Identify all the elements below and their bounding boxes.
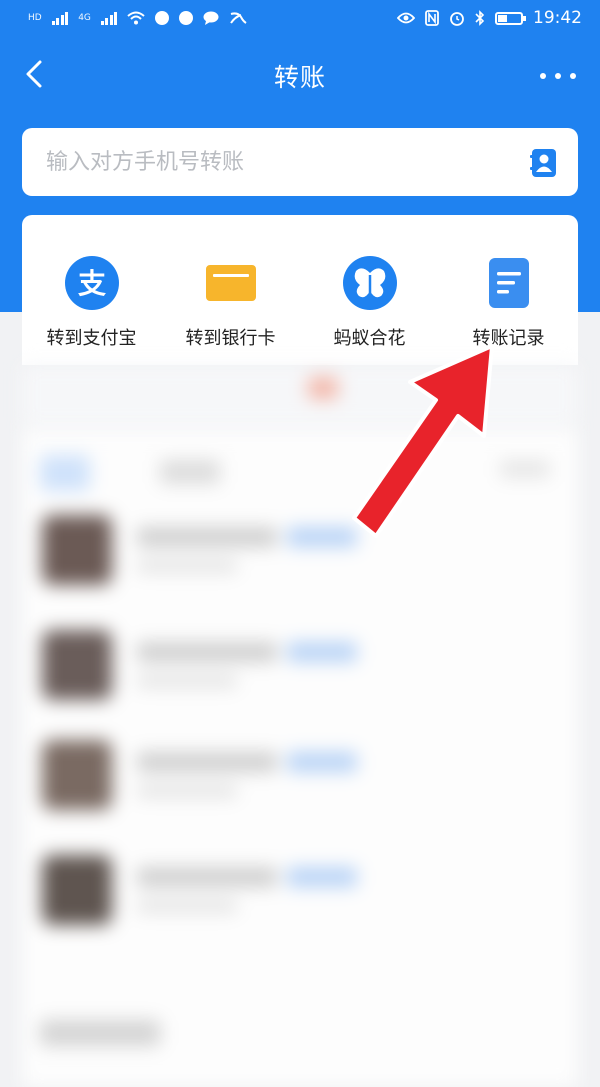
phone-number-input[interactable]: [46, 128, 516, 196]
transfer-to-alipay-button[interactable]: 支 转到支付宝: [22, 215, 161, 365]
contact-book-icon: [530, 149, 556, 177]
bank-card-icon: [203, 255, 259, 311]
blurred-contact-row: [42, 630, 562, 710]
transfer-to-bank-card-button[interactable]: 转到银行卡: [161, 215, 300, 365]
blurred-avatar: [42, 630, 112, 700]
action-label: 转到支付宝: [46, 328, 137, 349]
qq-icon-2: [179, 11, 194, 25]
blurred-name: [137, 752, 277, 772]
blurred-subtext: [137, 899, 237, 913]
blurred-name: [137, 867, 277, 887]
more-button[interactable]: [540, 66, 576, 86]
more-dot: [570, 73, 576, 79]
blurred-tag: [287, 642, 357, 662]
network-gen-label: 4G: [78, 12, 91, 23]
status-bar: HD 4G 19:42: [0, 0, 600, 36]
blurred-tab: [40, 455, 90, 491]
blurred-subtext: [137, 784, 237, 798]
blurred-badge: [308, 377, 338, 399]
more-dot: [540, 73, 546, 79]
alipay-icon: 支: [64, 255, 120, 311]
signal-icon: [51, 11, 69, 25]
clock-time: 19:42: [533, 8, 582, 28]
signal-icon-2: [100, 11, 118, 25]
network-type-label: HD: [28, 12, 42, 23]
blurred-tag: [287, 867, 357, 887]
svg-text:支: 支: [77, 267, 105, 300]
blurred-avatar: [42, 515, 112, 585]
blurred-name: [137, 527, 277, 547]
blurred-footer: [40, 1020, 160, 1046]
phone-search-box: [22, 128, 578, 196]
red-arrow-annotation: [352, 344, 494, 538]
alarm-icon: [450, 12, 464, 26]
contact-book-button[interactable]: [530, 148, 558, 178]
blurred-tag: [287, 752, 357, 772]
app-notification-icon: [230, 12, 247, 24]
blurred-subtext: [137, 674, 237, 688]
eye-icon: [397, 12, 415, 24]
page-title: 转账: [273, 63, 326, 92]
butterfly-icon: [342, 255, 398, 311]
title-bar: 转账: [0, 40, 600, 110]
status-right: 19:42: [397, 8, 582, 28]
blurred-contact-row: [42, 855, 562, 935]
blurred-subtext: [137, 559, 237, 573]
blurred-contact-row: [42, 740, 562, 820]
more-dot: [555, 73, 561, 79]
status-left: HD 4G: [28, 11, 247, 25]
wifi-icon: [127, 11, 146, 25]
record-document-icon: [481, 255, 537, 311]
battery-icon: [495, 11, 526, 25]
bluetooth-icon: [475, 10, 485, 26]
blurred-avatar: [42, 740, 112, 810]
nfc-icon: [425, 10, 439, 26]
blurred-tab: [160, 460, 220, 484]
blurred-name: [137, 642, 277, 662]
action-label: 转到银行卡: [185, 328, 276, 349]
blurred-avatar: [42, 855, 112, 925]
qq-icon: [155, 11, 170, 25]
chat-bubble-icon: [203, 11, 219, 25]
